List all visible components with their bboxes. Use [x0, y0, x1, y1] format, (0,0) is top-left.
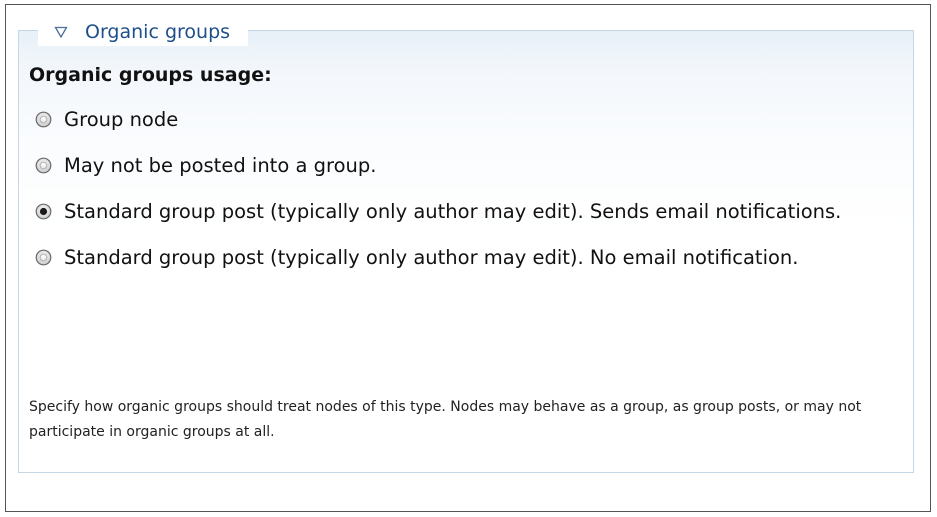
radio-option-standard-no-email[interactable]: Standard group post (typically only auth…	[29, 242, 889, 274]
radio-unchecked-icon[interactable]	[35, 249, 52, 266]
radio-label[interactable]: Standard group post (typically only auth…	[64, 246, 798, 269]
radio-option-not-posted[interactable]: May not be posted into a group.	[29, 150, 889, 182]
collapse-toggle[interactable]: Organic groups	[54, 21, 230, 43]
field-description: Specify how organic groups should treat …	[29, 399, 862, 440]
radio-label[interactable]: May not be posted into a group.	[64, 154, 376, 177]
radio-unchecked-icon[interactable]	[35, 157, 52, 174]
radio-option-group-node[interactable]: Group node	[29, 104, 889, 136]
fieldset-title[interactable]: Organic groups	[85, 21, 230, 43]
radio-option-standard-email[interactable]: Standard group post (typically only auth…	[29, 196, 889, 228]
radio-checked-icon[interactable]	[35, 203, 52, 220]
triangle-down-icon	[54, 26, 68, 39]
usage-radio-group: Group node May not be posted into a grou…	[29, 104, 889, 288]
radio-label[interactable]: Group node	[64, 108, 178, 131]
radio-label[interactable]: Standard group post (typically only auth…	[64, 200, 841, 223]
field-label: Organic groups usage:	[29, 64, 272, 86]
fieldset-legend: Organic groups	[38, 18, 249, 46]
radio-unchecked-icon[interactable]	[35, 111, 52, 128]
